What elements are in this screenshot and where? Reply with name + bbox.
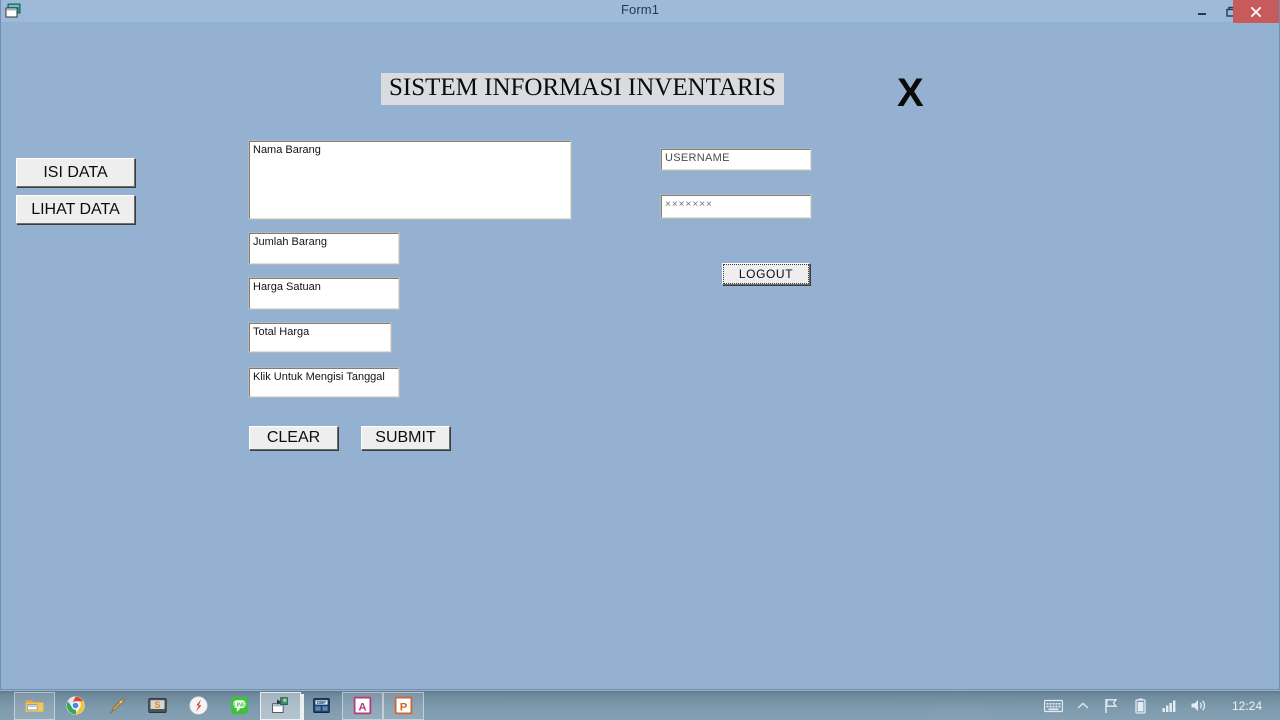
harga-satuan-value: Harga Satuan [253,281,321,293]
microsoft-access-icon: A [353,696,372,715]
application-window: Form1 SISTEM INFORMASI INVENTARIS X ISI … [0,0,1280,690]
svg-text:DBF: DBF [317,700,326,705]
form-client-area: SISTEM INFORMASI INVENTARIS X ISI DATA L… [1,23,1279,689]
action-center-button[interactable] [1102,691,1122,720]
svg-text:A: A [358,701,366,713]
taskbar-item-dbf-database[interactable]: DBF [301,692,342,720]
sublime-text-icon: S [148,698,167,713]
close-icon [1250,6,1262,17]
password-input[interactable]: ××××××× [660,194,812,219]
svg-text:S: S [155,700,161,710]
google-chrome-icon [66,696,85,715]
taskbar-item-paint-brush[interactable] [96,692,137,720]
network-button[interactable] [1160,691,1180,720]
visual-basic-icon [272,697,288,713]
lihat-data-button[interactable]: LIHAT DATA [16,195,135,224]
total-harga-value: Total Harga [253,326,310,338]
line-messenger-icon: LINE [230,696,249,715]
battery-icon [1135,698,1147,714]
close-button[interactable] [1233,0,1279,23]
paint-brush-icon [110,698,125,714]
desktop-background: Form1 SISTEM INFORMASI INVENTARIS X ISI … [0,0,1280,720]
taskbar-item-microsoft-powerpoint[interactable]: P [383,691,424,720]
nama-barang-value: Nama Barang [253,144,321,156]
file-explorer-icon [25,700,44,712]
tanggal-input[interactable]: Klik Untuk Mengisi Tanggal [248,367,400,398]
taskbar: S LINE DBF A P 12:24 [0,690,1280,720]
network-signal-icon [1162,700,1176,712]
jumlah-barang-input[interactable]: Jumlah Barang [248,232,400,265]
submit-button[interactable]: SUBMIT [361,426,450,450]
svg-text:LINE: LINE [234,702,246,708]
harga-satuan-input[interactable]: Harga Satuan [248,277,400,310]
show-hidden-icons-button[interactable] [1073,691,1093,720]
volume-button[interactable] [1189,691,1209,720]
taskbar-clock[interactable]: 12:24 [1218,699,1272,713]
battery-button[interactable] [1131,691,1151,720]
snagit-icon [189,696,208,715]
page-title: SISTEM INFORMASI INVENTARIS [381,73,784,106]
volume-icon [1191,700,1206,711]
total-harga-input[interactable]: Total Harga [248,322,392,353]
taskbar-item-snagit[interactable] [178,692,219,720]
taskbar-item-google-chrome[interactable] [55,692,96,720]
keyboard-button[interactable] [1044,691,1064,720]
taskbar-item-line-messenger[interactable]: LINE [219,692,260,720]
nama-barang-input[interactable]: Nama Barang [248,140,572,220]
isi-data-button[interactable]: ISI DATA [16,158,135,187]
jumlah-barang-value: Jumlah Barang [253,236,327,248]
show-hidden-icons-icon [1077,702,1089,709]
taskbar-item-microsoft-access[interactable]: A [342,691,383,720]
microsoft-powerpoint-icon: P [394,696,413,715]
x-label: X [897,71,924,115]
taskbar-app-list: S LINE DBF A P [0,691,424,720]
minimize-button[interactable] [1187,0,1217,23]
taskbar-item-visual-basic[interactable] [260,691,304,720]
window-title: Form1 [620,2,660,17]
password-value: ××××××× [665,199,713,210]
clear-button[interactable]: CLEAR [249,426,338,450]
logout-button-label: LOGOUT [723,264,809,284]
dbf-database-icon: DBF [313,698,330,713]
svg-text:P: P [400,701,408,713]
username-value: USERNAME [665,152,730,164]
logout-button[interactable]: LOGOUT [722,263,810,285]
action-center-flag-icon [1105,698,1118,713]
taskbar-item-file-explorer[interactable] [14,691,55,720]
username-input[interactable]: USERNAME [660,148,812,171]
keyboard-icon [1044,699,1064,712]
taskbar-item-sublime-text[interactable]: S [137,692,178,720]
window-titlebar[interactable]: Form1 [1,0,1279,23]
minimize-icon [1198,12,1206,15]
tanggal-value: Klik Untuk Mengisi Tanggal [253,371,385,383]
system-tray: 12:24 [1044,691,1280,720]
